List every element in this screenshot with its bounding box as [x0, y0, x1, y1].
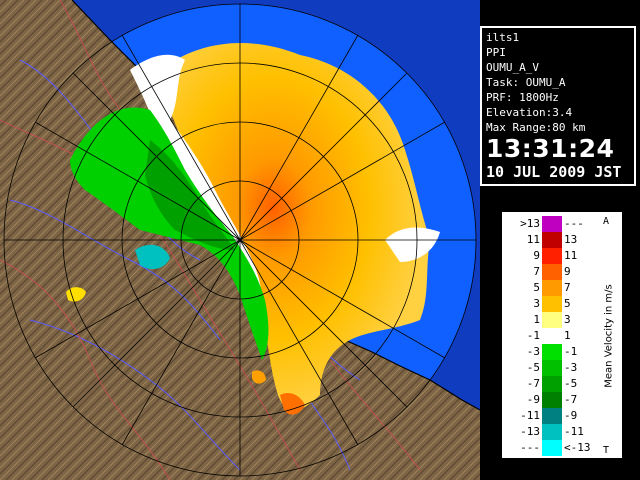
legend-right-value: <-13: [564, 441, 591, 454]
velocity-legend: >13 --- 11 13 9 11 7 9 5 7 3 5 1 3 -1 1 -3 -1 -5 -3 -7 -5 -9 -7…: [500, 210, 624, 460]
legend-right-value: 7: [564, 281, 571, 294]
legend-right-value: 9: [564, 265, 571, 278]
legend-left-value: -5: [526, 361, 540, 374]
legend-left-value: >13: [520, 217, 540, 230]
legend-left-value: -11: [520, 409, 540, 422]
legend-title-block: A Mean Velocity in m/s T: [598, 216, 620, 456]
legend-right-value: 5: [564, 297, 571, 310]
legend-left-value: ---: [520, 441, 540, 454]
legend-right-value: -11: [564, 425, 584, 438]
product-type: PPI: [486, 46, 506, 59]
legend-left-value: 1: [533, 313, 540, 326]
legend-left-value: -7: [526, 377, 540, 390]
legend-color-swatch: [542, 440, 562, 456]
legend-right-value: -9: [564, 409, 578, 422]
site-name: ilts1: [486, 31, 520, 44]
legend-right-value: 3: [564, 313, 571, 326]
legend-right-value: -3: [564, 361, 578, 374]
radar-ppi-map: [0, 0, 480, 480]
legend-left-value: -3: [526, 345, 540, 358]
info-panel: ilts1 PPI OUMU_A_V Task: OUMU_A PRF: 180…: [480, 26, 636, 186]
legend-color-swatch: [542, 248, 562, 264]
legend-right-value: -7: [564, 393, 578, 406]
legend-left-value: 5: [533, 281, 540, 294]
legend-color-swatch: [542, 280, 562, 296]
legend-left-value: 9: [533, 249, 540, 262]
max-range-label: Max Range:80 km: [486, 121, 586, 134]
task-label: Task: OUMU_A: [486, 76, 566, 89]
legend-color-swatch: [542, 376, 562, 392]
legend-color-swatch: [542, 392, 562, 408]
legend-color-swatch: [542, 408, 562, 424]
legend-color-swatch: [542, 344, 562, 360]
prf-label: PRF: 1800Hz: [486, 91, 559, 104]
legend-right-value: -5: [564, 377, 578, 390]
legend-left-value: -13: [520, 425, 540, 438]
legend-right-value: ---: [564, 217, 584, 230]
dataset-name: OUMU_A_V: [486, 61, 539, 74]
legend-color-swatch: [542, 424, 562, 440]
legend-color-swatch: [542, 328, 562, 344]
legend-color-swatch: [542, 312, 562, 328]
elevation-label: Elevation:3.4: [486, 106, 573, 119]
legend-color-swatch: [542, 232, 562, 248]
legend-color-swatch: [542, 264, 562, 280]
legend-right-value: 13: [564, 233, 578, 246]
scan-time: 13:31:24: [486, 134, 615, 163]
legend-color-swatch: [542, 296, 562, 312]
legend-left-value: 7: [533, 265, 540, 278]
legend-right-value: 1: [564, 329, 571, 342]
legend-away-marker: A: [603, 216, 610, 227]
legend-right-value: -1: [564, 345, 578, 358]
legend-left-value: -9: [526, 393, 540, 406]
legend-right-value: 11: [564, 249, 578, 262]
scan-date: 10 JUL 2009 JST: [486, 163, 622, 181]
legend-toward-marker: T: [603, 445, 610, 456]
legend-color-swatch: [542, 360, 562, 376]
azimuth-spokes: [4, 4, 476, 476]
legend-title: Mean Velocity in m/s: [603, 284, 615, 388]
legend-left-value: -1: [526, 329, 540, 342]
legend-left-value: 11: [526, 233, 540, 246]
legend-color-swatch: [542, 216, 562, 232]
legend-left-value: 3: [533, 297, 540, 310]
